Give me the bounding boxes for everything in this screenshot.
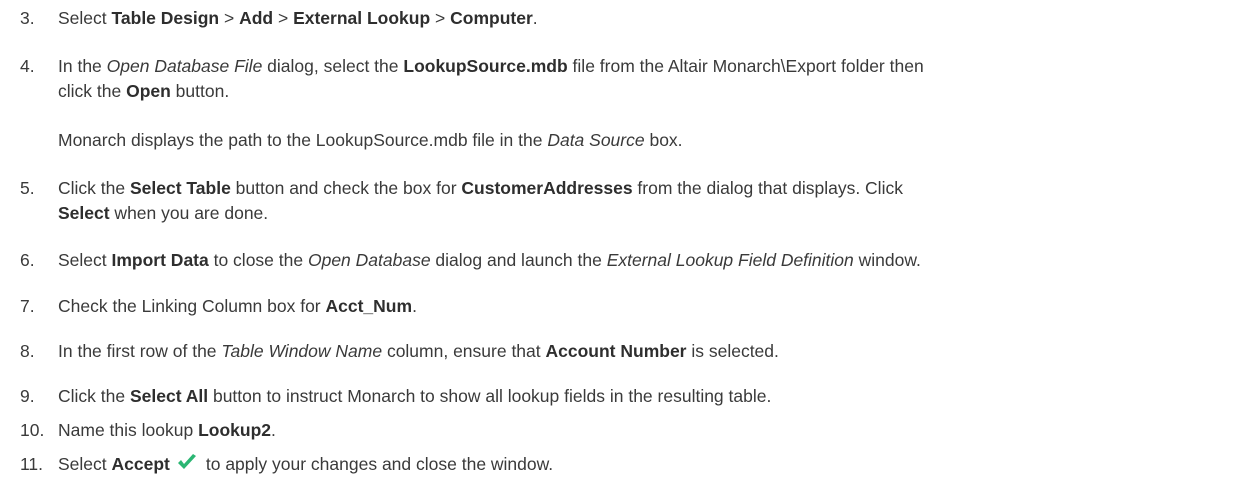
bold-run: LookupSource.mdb	[403, 56, 568, 76]
step-line: In the Open Database File dialog, select…	[58, 54, 1218, 79]
step-line: Select when you are done.	[58, 201, 1218, 226]
step-number: 3.	[20, 8, 35, 28]
text-run: file from the Altair Monarch\Export fold…	[567, 56, 924, 76]
text-run: click the	[58, 81, 127, 101]
step-line: Select Accept to apply your changes and c…	[58, 452, 1218, 477]
step-line: click the Open button.	[58, 79, 1218, 104]
text-run: to close the	[208, 250, 308, 270]
bold-run: Select Table	[129, 178, 231, 198]
text-run: Name this lookup	[58, 420, 199, 440]
text-run: Monarch displays the path to the LookupS…	[58, 130, 548, 150]
bold-run: Select All	[129, 386, 209, 406]
text-run: >	[273, 8, 294, 28]
bold-run: External Lookup	[293, 8, 431, 28]
checkmark-icon	[176, 453, 198, 473]
italic-run: Data Source	[547, 130, 645, 150]
step-line: Click the Select All button to instruct …	[58, 384, 1218, 409]
text-run: .	[532, 8, 538, 28]
text-run: column, ensure that	[382, 341, 546, 361]
bold-run: Accept	[111, 454, 170, 474]
step-text: Select Accept to apply your changes and c…	[58, 452, 1218, 477]
step-text: Click the Select All button to instruct …	[58, 384, 1218, 409]
step-text: Name this lookup Lookup2.	[58, 418, 1218, 443]
bold-run: Lookup2	[198, 420, 271, 440]
step-line: In the first row of the Table Window Nam…	[58, 339, 1218, 364]
text-run: Select	[58, 454, 112, 474]
bold-run: Computer	[450, 8, 533, 28]
step-number: 7.	[20, 296, 35, 316]
step-number: 4.	[20, 56, 35, 76]
bold-run: Add	[239, 8, 274, 28]
step-text: In the Open Database File dialog, select…	[58, 54, 1218, 104]
step-number: 11.	[20, 454, 44, 474]
italic-run: Table Window Name	[221, 341, 383, 361]
step-number: 6.	[20, 250, 35, 270]
text-run: dialog, select the	[262, 56, 404, 76]
bold-run: Acct_Num	[325, 296, 413, 316]
step-text: Select Import Data to close the Open Dat…	[58, 248, 1218, 273]
step-number: 8.	[20, 341, 35, 361]
text-run: Click the	[58, 386, 130, 406]
text-run: Check the Linking Column box for	[58, 296, 326, 316]
text-run: Select	[58, 250, 112, 270]
bold-run: Open	[126, 81, 171, 101]
text-run: button and check the box for	[230, 178, 462, 198]
text-run: Click the	[58, 178, 130, 198]
step-text: In the first row of the Table Window Nam…	[58, 339, 1218, 364]
step-line: Check the Linking Column box for Acct_Nu…	[58, 294, 1218, 319]
step-number: 5.	[20, 178, 35, 198]
italic-run: Open Database File	[106, 56, 263, 76]
bold-run: Import Data	[111, 250, 209, 270]
text-run: is selected.	[686, 341, 779, 361]
text-run: from the dialog that displays. Click	[632, 178, 903, 198]
text-run: dialog and launch the	[430, 250, 607, 270]
text-run: Select	[58, 8, 112, 28]
text-run: .	[271, 420, 276, 440]
step-line: Click the Select Table button and check …	[58, 176, 1218, 201]
step-note: Monarch displays the path to the LookupS…	[58, 128, 683, 153]
step-line: Select Import Data to close the Open Dat…	[58, 248, 1218, 273]
text-run: when you are done.	[109, 203, 269, 223]
text-run: In the first row of the	[58, 341, 222, 361]
step-text: Click the Select Table button and check …	[58, 176, 1218, 226]
italic-run: External Lookup Field Definition	[606, 250, 854, 270]
text-run: to apply your changes and close the wind…	[205, 454, 554, 474]
bold-run: Table Design	[111, 8, 220, 28]
step-text: Check the Linking Column box for Acct_Nu…	[58, 294, 1218, 319]
text-run: box.	[644, 130, 683, 150]
text-run: >	[219, 8, 240, 28]
bold-run: CustomerAddresses	[461, 178, 633, 198]
text-run: >	[430, 8, 451, 28]
text-run: In the	[58, 56, 107, 76]
italic-run: Open Database	[307, 250, 431, 270]
step-line: Name this lookup Lookup2.	[58, 418, 1218, 443]
step-number: 10.	[20, 420, 45, 440]
text-run: button.	[170, 81, 230, 101]
text-run: button to instruct Monarch to show all l…	[208, 386, 772, 406]
text-run: window.	[853, 250, 921, 270]
step-text: Select Table Design > Add > External Loo…	[58, 6, 1218, 31]
step-number: 9.	[20, 386, 35, 406]
bold-run: Account Number	[545, 341, 687, 361]
bold-run: Select	[58, 203, 110, 223]
text-run: .	[412, 296, 417, 316]
step-line: Select Table Design > Add > External Loo…	[58, 6, 1218, 31]
